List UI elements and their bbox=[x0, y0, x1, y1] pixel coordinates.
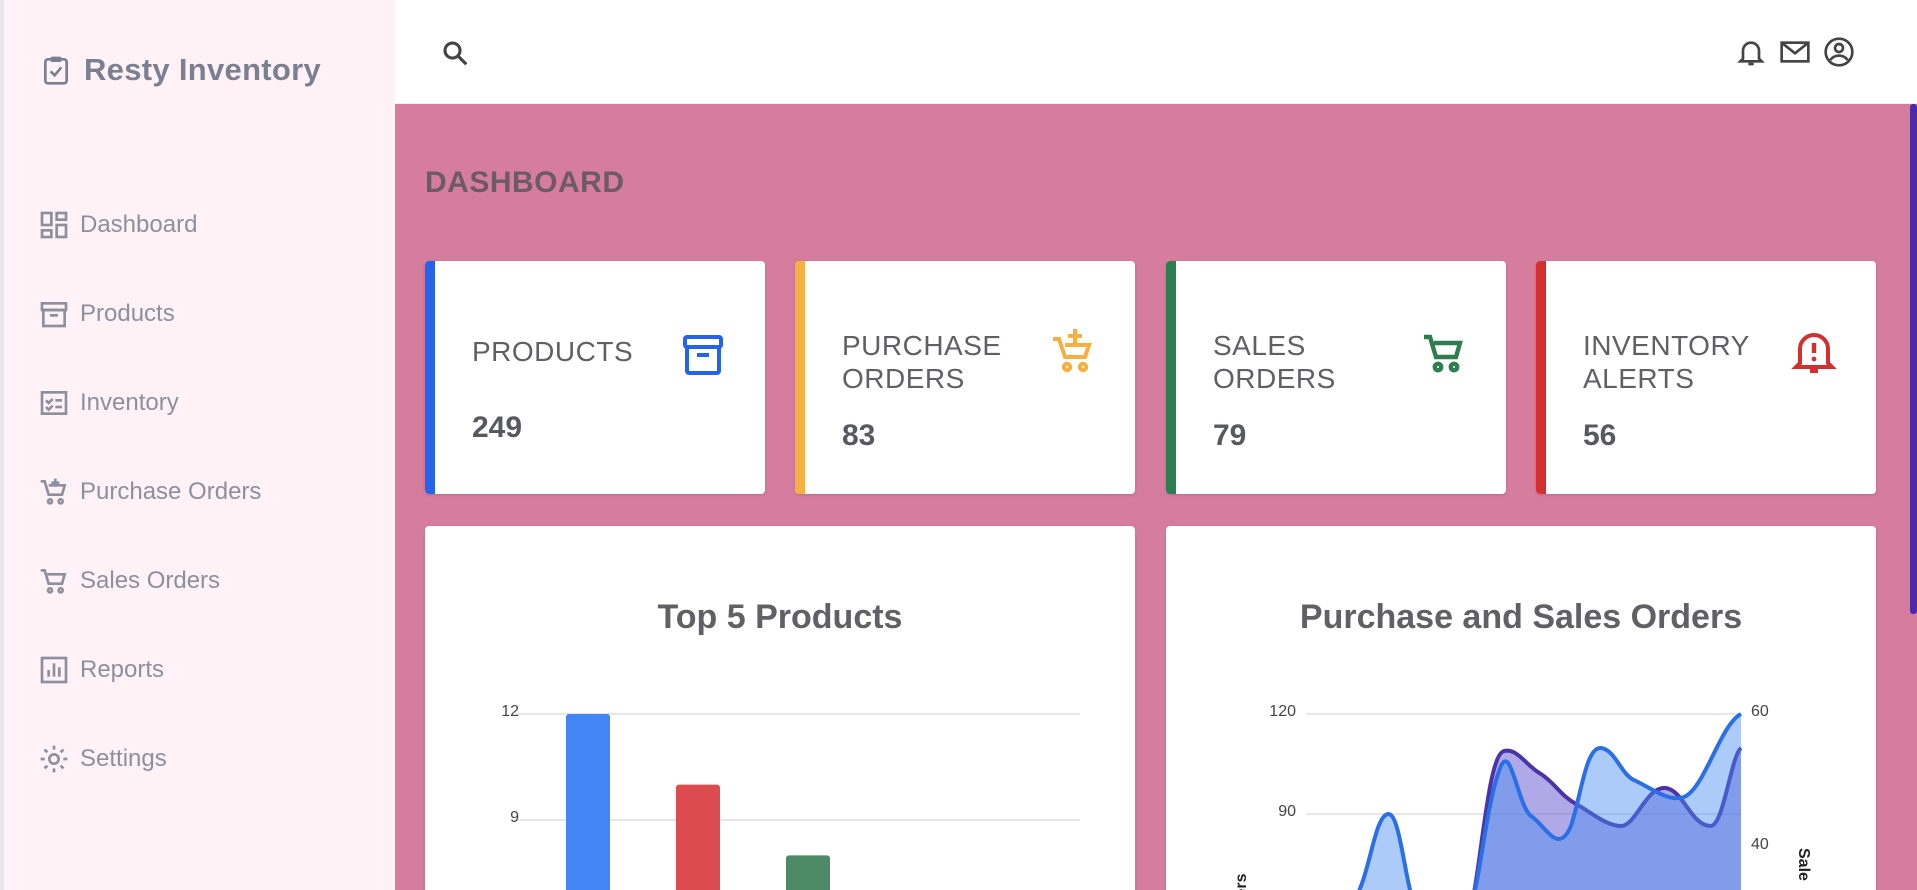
inventory-checklist-icon bbox=[40, 390, 68, 415]
scrollbar-thumb[interactable] bbox=[1910, 104, 1917, 614]
clipboard-check-icon bbox=[44, 56, 68, 85]
top-products-chart: 12 9 bbox=[501, 703, 1080, 890]
sidebar-item-label: Dashboard bbox=[80, 210, 198, 238]
card-label: PURCHASE ORDERS bbox=[842, 330, 1002, 394]
main-content: DASHBOARD PRODUCTS 249 PURCHASE ORDERS 8… bbox=[395, 104, 1917, 890]
card-value: 83 bbox=[842, 419, 876, 452]
y-left-axis-label: Orders bbox=[1233, 873, 1250, 890]
bar[interactable] bbox=[566, 714, 610, 890]
y-tick-label: 9 bbox=[510, 809, 519, 826]
bar-chart-icon bbox=[40, 656, 68, 683]
card-label: SALES ORDERS bbox=[1213, 330, 1336, 394]
brand[interactable]: Resty Inventory bbox=[40, 52, 321, 88]
card-value: 249 bbox=[472, 411, 523, 444]
sidebar-item-products[interactable]: Products bbox=[38, 269, 261, 358]
card-label: INVENTORY ALERTS bbox=[1583, 330, 1750, 394]
y-left-tick-label: 120 bbox=[1269, 703, 1296, 720]
cart-icon bbox=[40, 568, 67, 594]
cart-icon bbox=[1424, 334, 1463, 373]
top-bar bbox=[395, 0, 1917, 104]
stat-card-products[interactable]: PRODUCTS 249 bbox=[425, 261, 765, 494]
y-tick-label: 12 bbox=[501, 703, 519, 720]
account-circle-icon[interactable] bbox=[1823, 36, 1855, 68]
archive-icon bbox=[683, 335, 723, 375]
bell-alert-icon bbox=[1791, 333, 1837, 373]
card-accent bbox=[1166, 261, 1176, 494]
sidebar-item-dashboard[interactable]: Dashboard bbox=[38, 180, 261, 269]
bell-icon[interactable] bbox=[1735, 36, 1767, 68]
sidebar-item-label: Reports bbox=[80, 655, 165, 683]
sidebar-item-settings[interactable]: Settings bbox=[38, 714, 261, 803]
y-right-tick-label: 60 bbox=[1751, 703, 1769, 720]
sidebar-item-label: Products bbox=[80, 299, 175, 327]
stat-card-purchase-orders[interactable]: PURCHASE ORDERS 83 bbox=[795, 261, 1135, 494]
sidebar-item-label: Sales Orders bbox=[80, 566, 221, 594]
stat-card-sales-orders[interactable]: SALES ORDERS 79 bbox=[1166, 261, 1506, 494]
sidebar-item-reports[interactable]: Reports bbox=[38, 625, 261, 714]
y-right-tick-label: 40 bbox=[1751, 836, 1769, 853]
bar[interactable] bbox=[786, 855, 830, 890]
sidebar-nav: Dashboard Products Inventory Purchase Or… bbox=[38, 180, 261, 803]
search-icon[interactable] bbox=[440, 38, 470, 68]
cart-plus-icon bbox=[1053, 329, 1092, 373]
y-left-tick-label: 90 bbox=[1278, 803, 1296, 820]
page-title: DASHBOARD bbox=[425, 166, 625, 199]
app-title: Resty Inventory bbox=[84, 52, 322, 87]
stat-card-inventory-alerts[interactable]: INVENTORY ALERTS 56 bbox=[1536, 261, 1876, 494]
card-label: PRODUCTS bbox=[472, 336, 634, 367]
card-accent bbox=[795, 261, 805, 494]
sidebar-item-label: Purchase Orders bbox=[80, 477, 262, 505]
sidebar-item-inventory[interactable]: Inventory bbox=[38, 358, 261, 447]
top-products-panel: Top 5 Products 12 9 bbox=[425, 526, 1135, 890]
card-value: 79 bbox=[1213, 419, 1247, 452]
purchase-sales-panel: Purchase and Sales Orders 120 90 60 40 O… bbox=[1166, 526, 1876, 890]
gear-icon bbox=[40, 745, 68, 772]
sidebar-item-label: Inventory bbox=[80, 388, 179, 416]
mail-icon[interactable] bbox=[1779, 36, 1811, 68]
card-accent bbox=[1536, 261, 1546, 494]
card-accent bbox=[425, 261, 435, 494]
purchase-sales-chart: 120 90 60 40 Orders Sale bbox=[1233, 703, 1812, 890]
sidebar-item-sales-orders[interactable]: Sales Orders bbox=[38, 536, 261, 625]
dashboard-icon bbox=[40, 211, 68, 238]
cart-plus-icon bbox=[40, 478, 67, 505]
sidebar: Resty Inventory Dashboard Products Inven… bbox=[0, 0, 395, 890]
top-icon-group bbox=[1735, 36, 1855, 68]
sidebar-item-label: Settings bbox=[80, 744, 167, 772]
card-value: 56 bbox=[1583, 419, 1617, 452]
bar-group bbox=[566, 714, 830, 890]
bar[interactable] bbox=[676, 784, 720, 890]
archive-icon bbox=[40, 301, 68, 327]
sidebar-item-purchase-orders[interactable]: Purchase Orders bbox=[38, 447, 261, 536]
y-right-axis-label: Sale bbox=[1795, 848, 1812, 881]
